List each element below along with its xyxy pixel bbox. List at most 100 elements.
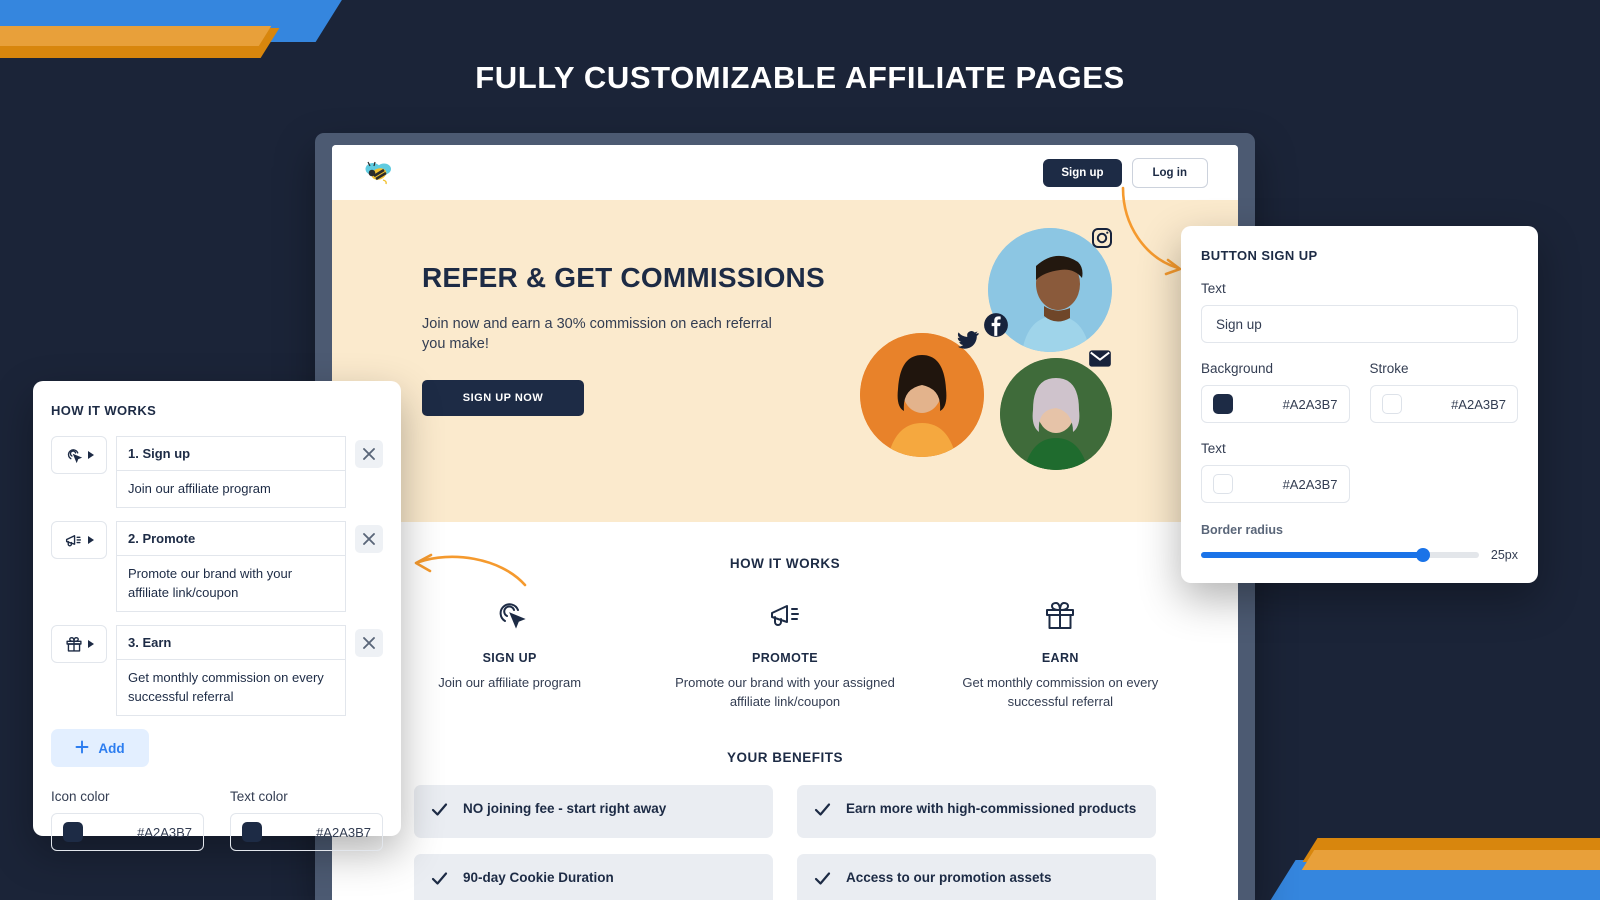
- icon-color-label: Icon color: [51, 789, 110, 805]
- button-text-color-input[interactable]: #A2A3B7: [1201, 465, 1350, 503]
- preview-benefits-title: YOUR BENEFITS: [726, 749, 843, 765]
- text-color-field: Text color #A2A3B7: [230, 789, 383, 852]
- benefit-label: 90-day Cookie Duration: [463, 869, 614, 885]
- text-color-row: Text #A2A3B7: [1201, 441, 1518, 503]
- color-swatch-button-text[interactable]: [1213, 474, 1233, 494]
- preview-hiw-step-desc: Get monthly commission on every successf…: [962, 675, 1159, 709]
- chevron-down-icon: [88, 451, 94, 459]
- preview-how-it-works-section: HOW IT WORKS SIGN UP Join our affiliate …: [332, 522, 1238, 900]
- step-fields: Get monthly commission on every successf…: [116, 625, 346, 717]
- button-signup-editor-panel: BUTTON SIGN UP Text Background #A2A3B7 S…: [1181, 226, 1538, 583]
- border-radius-slider-row: 25px: [1201, 548, 1518, 562]
- stroke-color-field: Stroke #A2A3B7: [1369, 361, 1518, 423]
- step-desc-input[interactable]: Get monthly commission on every successf…: [116, 659, 346, 717]
- decor-ribbon-top-left-orange-light: [0, 26, 272, 46]
- background-color-value: #A2A3B7: [1282, 396, 1338, 412]
- step-fields: [116, 436, 346, 509]
- step-desc-input[interactable]: [116, 470, 346, 509]
- preview-hiw-step-desc: Promote our brand with your assigned aff…: [675, 675, 895, 709]
- preview-hero: REFER & GET COMMISSIONS Join now and ear…: [332, 200, 1238, 522]
- facebook-icon: [982, 311, 1010, 339]
- preview-hiw-step-name: PROMOTE: [751, 651, 818, 665]
- gift-icon: [65, 635, 83, 653]
- benefit-item: 90-day Cookie Duration: [414, 853, 773, 900]
- text-color-label: Text color: [230, 789, 288, 805]
- decor-ribbon-bottom-right-orange-light: [1301, 850, 1600, 870]
- benefit-label: Access to our promotion assets: [846, 869, 1052, 885]
- step-title-input[interactable]: [116, 625, 346, 660]
- step-icon-picker[interactable]: [51, 436, 107, 474]
- step-title-input[interactable]: [116, 521, 346, 556]
- preview-header-actions: Sign up Log in: [1043, 157, 1208, 188]
- preview-hiw-step-name: SIGN UP: [482, 651, 537, 665]
- benefit-item: Access to our promotion assets: [797, 853, 1156, 900]
- step-icon-picker[interactable]: [51, 521, 107, 560]
- check-icon: [430, 800, 449, 824]
- benefit-label: NO joining fee - start right away: [463, 800, 667, 816]
- preview-hiw-step-3: EARN Get monthly commission on every suc…: [923, 593, 1198, 712]
- background-color-input[interactable]: #A2A3B7: [1201, 385, 1350, 423]
- preview-benefits-section: YOUR BENEFITS NO joining fee - start rig…: [372, 712, 1198, 900]
- text-color-input[interactable]: #A2A3B7: [230, 813, 383, 852]
- preview-hiw-step-1: SIGN UP Join our affiliate program: [372, 593, 647, 712]
- remove-step-button[interactable]: [355, 525, 383, 554]
- benefit-item: Earn more with high-commissioned product…: [797, 784, 1156, 838]
- page-title: FULLY CUSTOMIZABLE AFFILIATE PAGES: [475, 60, 1125, 95]
- step-icon-picker[interactable]: [51, 625, 107, 664]
- background-label: Background: [1201, 361, 1274, 376]
- icon-color-input[interactable]: #A2A3B7: [51, 813, 204, 852]
- icon-color-field: Icon color #A2A3B7: [51, 789, 204, 852]
- stroke-color-value: #A2A3B7: [1451, 396, 1506, 412]
- preview-signup-button[interactable]: Sign up: [1043, 158, 1122, 187]
- border-radius-label: Border radius: [1201, 523, 1283, 537]
- megaphone-icon: [64, 531, 83, 550]
- preview-benefits-grid: NO joining fee - start right away Earn m…: [372, 784, 1198, 900]
- plus-icon: [75, 740, 89, 757]
- preview-hiw-step-2: PROMOTE Promote our brand with your assi…: [647, 593, 922, 712]
- instagram-icon: [1088, 224, 1116, 252]
- border-radius-value: 25px: [1490, 548, 1518, 562]
- preview-hiw-step-name: EARN: [1041, 651, 1079, 665]
- step-title-input[interactable]: [116, 436, 346, 470]
- editor-step-row: Promote our brand with your affiliate li…: [51, 521, 383, 613]
- editor-step-row: Get monthly commission on every successf…: [51, 625, 383, 717]
- check-icon: [430, 869, 449, 893]
- remove-step-button[interactable]: [355, 440, 383, 468]
- color-swatch-stroke[interactable]: [1381, 394, 1402, 414]
- how-it-works-editor-panel: HOW IT WORKS 1. Sign up Join our affilia…: [33, 381, 401, 852]
- benefit-label: Earn more with high-commissioned product…: [846, 800, 1137, 816]
- slider-handle[interactable]: [1416, 548, 1431, 562]
- chevron-down-icon: [87, 640, 94, 649]
- background-stroke-row: Background #A2A3B7 Stroke #A2A3B7: [1201, 361, 1518, 423]
- hero-collage: [860, 228, 1160, 498]
- step-fields: Promote our brand with your affiliate li…: [116, 521, 346, 613]
- stroke-color-input[interactable]: #A2A3B7: [1369, 385, 1518, 423]
- browser-preview-frame: Sign up Log in REFER & GET COMMISSIONS J…: [315, 133, 1255, 900]
- panel-title-button-signup: BUTTON SIGN UP: [1201, 248, 1318, 263]
- editor-step-row: [51, 436, 383, 509]
- preview-login-button[interactable]: Log in: [1131, 157, 1208, 188]
- color-swatch-background[interactable]: [1213, 394, 1233, 414]
- megaphone-icon: [669, 593, 900, 637]
- remove-step-button[interactable]: [355, 629, 383, 658]
- hero-cta-button[interactable]: SIGN UP NOW: [422, 380, 584, 416]
- bee-logo-icon: [362, 158, 396, 188]
- stroke-label: Stroke: [1369, 361, 1409, 376]
- hero-subheading: Join now and earn a 30% commission on ea…: [422, 316, 772, 352]
- check-icon: [813, 800, 832, 824]
- preview-hiw-step-desc: Join our affiliate program: [438, 675, 582, 690]
- color-swatch-icon[interactable]: [63, 822, 83, 843]
- benefit-item: NO joining fee - start right away: [414, 784, 773, 838]
- border-radius-slider[interactable]: [1201, 548, 1479, 562]
- button-text-color-label: Text: [1201, 441, 1226, 456]
- button-text-input[interactable]: [1201, 305, 1518, 343]
- step-desc-input[interactable]: Promote our brand with your affiliate li…: [116, 555, 346, 613]
- color-swatch-text[interactable]: [242, 822, 262, 843]
- add-step-button[interactable]: Add: [51, 729, 149, 768]
- click-target-icon: [394, 593, 625, 637]
- chevron-down-icon: [88, 536, 94, 545]
- click-target-icon: [64, 446, 83, 465]
- preview-hiw-title: HOW IT WORKS: [729, 556, 841, 571]
- avatar-person-green: [1000, 358, 1112, 470]
